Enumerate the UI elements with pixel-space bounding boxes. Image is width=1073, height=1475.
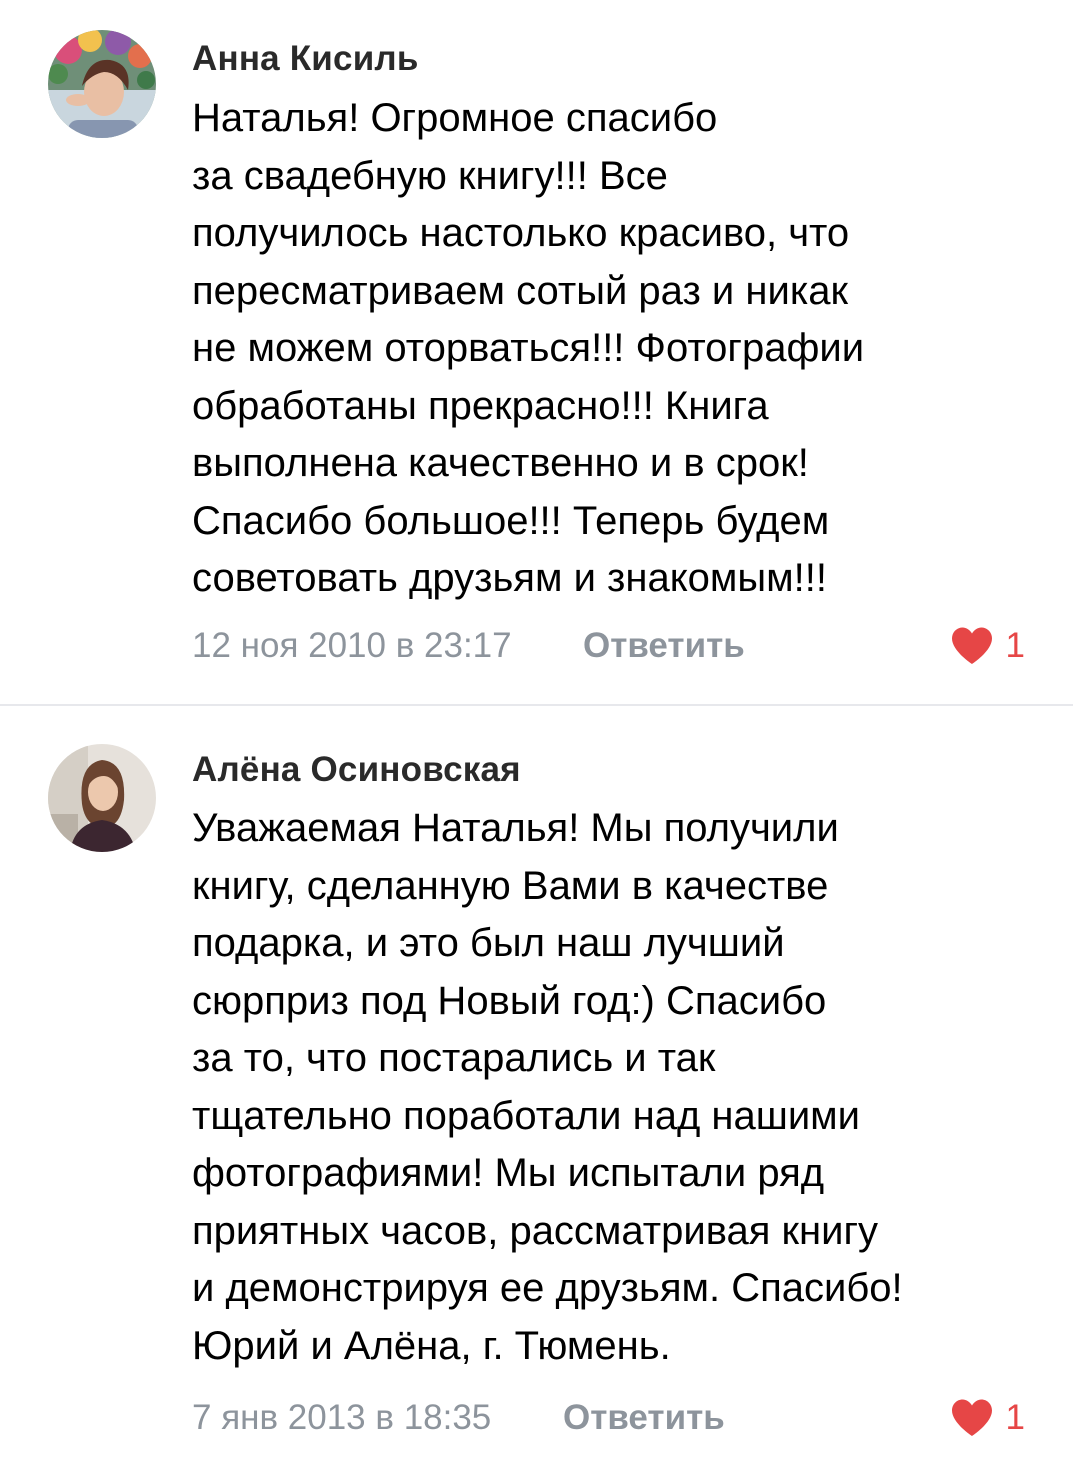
comment-text-line: пересматриваем сотый раз и никак [192, 268, 848, 313]
comment-text-line: фотографиями! Мы испытали ряд [192, 1151, 825, 1195]
comment-divider [0, 704, 1073, 706]
like-button[interactable]: 1 [950, 1398, 1025, 1438]
like-count: 1 [1005, 626, 1025, 665]
comment-author[interactable]: Алёна Осиновская [192, 750, 521, 790]
like-button[interactable]: 1 [950, 626, 1025, 666]
heart-icon [950, 626, 994, 666]
comment-text-line: сюрприз под Новый год:) Спасибо [192, 978, 827, 1023]
like-count: 1 [1005, 1398, 1025, 1437]
comment-text-line: тщательно поработали над нашими [192, 1093, 861, 1138]
comment-text-line: обработаны прекрасно!!! Книга [192, 383, 769, 428]
reply-button[interactable]: Ответить [563, 1398, 725, 1438]
comment-text-line: советовать друзьям и знакомым!!! [192, 556, 827, 600]
reply-button[interactable]: Ответить [583, 626, 745, 666]
avatar[interactable] [48, 744, 156, 852]
comment-text-line: подарка, и это был наш лучший [192, 921, 785, 965]
avatar-flower-wreath-icon [48, 30, 156, 138]
comment-text-line: за то, что постарались и так [192, 1036, 716, 1080]
comment-text: Наталья! Огромное спасибо за свадебную к… [192, 90, 1022, 608]
comment-text-line: не можем оторваться!!! Фотографии [192, 326, 865, 370]
avatar[interactable] [48, 30, 156, 138]
comment-text-line: Юрий и Алёна, г. Тюмень. [192, 1323, 671, 1368]
comment-date[interactable]: 12 ноя 2010 в 23:17 [192, 626, 512, 666]
heart-icon [950, 1398, 994, 1438]
comment-text-line: за свадебную книгу!!! Все [192, 153, 668, 198]
comment-text: Уважаемая Наталья! Мы получили книгу, сд… [192, 800, 1022, 1375]
comment-text-line: получилось настолько красиво, что [192, 211, 850, 255]
comment-text-line: Уважаемая Наталья! Мы получили [192, 806, 839, 850]
comment-date[interactable]: 7 янв 2013 в 18:35 [192, 1398, 491, 1438]
comment-text-line: и демонстрируя ее друзьям. Спасибо! [192, 1266, 903, 1310]
avatar-woman-portrait-icon [48, 744, 156, 852]
comment-text-line: Спасибо большое!!! Теперь будем [192, 498, 830, 543]
comment-text-line: Наталья! Огромное спасибо [192, 96, 718, 140]
comment-text-line: приятных часов, рассматривая книгу [192, 1208, 879, 1253]
comment-author[interactable]: Анна Кисиль [192, 39, 419, 79]
comment-text-line: книгу, сделанную Вами в качестве [192, 863, 829, 908]
comment-text-line: выполнена качественно и в срок! [192, 441, 809, 485]
